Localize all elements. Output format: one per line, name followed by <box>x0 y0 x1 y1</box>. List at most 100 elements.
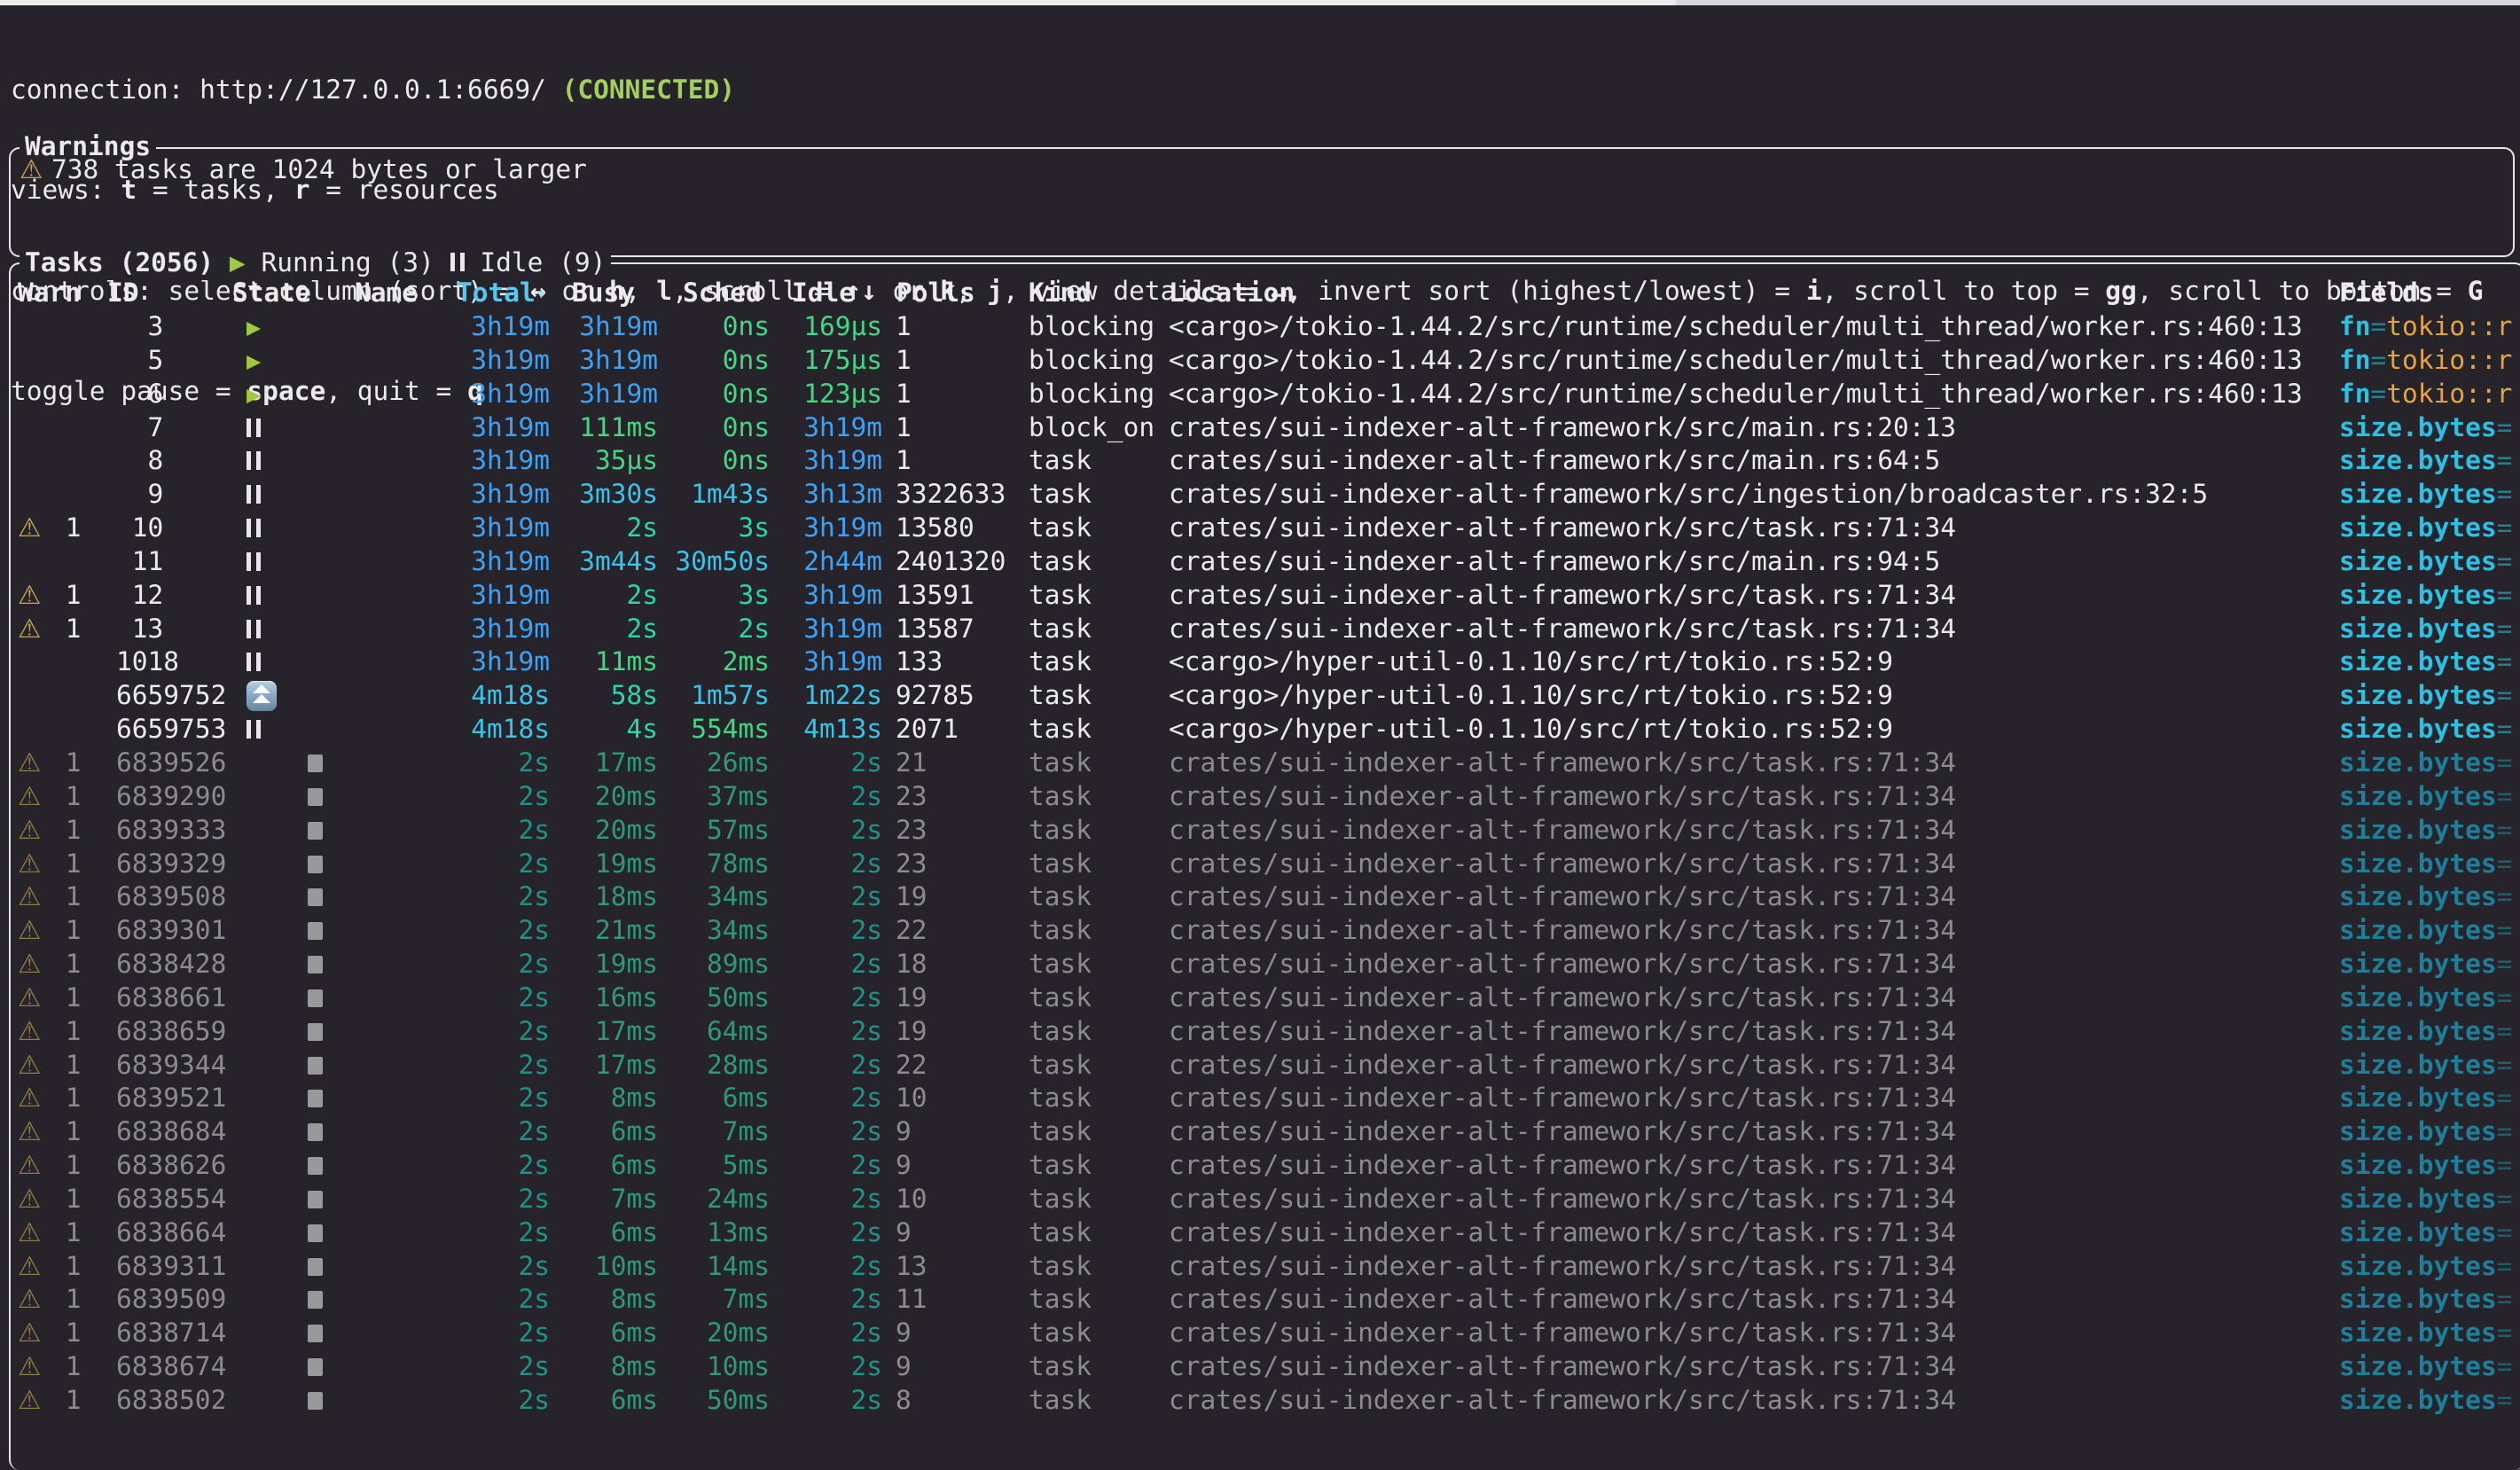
cell-total: 2s <box>419 1049 550 1083</box>
cell-id: 9 <box>116 478 249 512</box>
cell-busy: 35µs <box>534 444 658 478</box>
cell-busy: 17ms <box>534 1049 658 1083</box>
column-header-idle[interactable]: Idle <box>792 277 855 310</box>
task-row[interactable]: 73h19m111ms0ns3h19m1block_oncrates/sui-i… <box>11 411 2520 445</box>
task-row[interactable]: ⚠ 168393292s19ms78ms2s23taskcrates/sui-i… <box>11 848 2520 881</box>
cell-sched: 14ms <box>646 1250 770 1284</box>
column-header-polls[interactable]: Polls <box>896 277 975 310</box>
task-row[interactable]: 113h19m3m44s30m50s2h44m2401320taskcrates… <box>11 545 2520 579</box>
task-row[interactable]: ⚠ 1 133h19m2s2s3h19m13587taskcrates/sui-… <box>11 613 2520 646</box>
task-row[interactable]: ⚠ 168393112s10ms14ms2s13taskcrates/sui-i… <box>11 1250 2520 1284</box>
task-row[interactable]: 6▶3h19m3h19m0ns123µs1blocking<cargo>/tok… <box>11 378 2520 411</box>
cell-state <box>247 679 353 715</box>
cell-busy: 20ms <box>534 780 658 814</box>
task-row[interactable]: ⚠ 168395082s18ms34ms2s19taskcrates/sui-i… <box>11 880 2520 914</box>
warning-triangle-icon: ⚠ <box>18 914 50 948</box>
column-header-kind[interactable]: Kind <box>1029 277 1092 310</box>
cell-warn: ⚠ 1 <box>18 814 106 848</box>
cell-busy: 18ms <box>534 880 658 914</box>
column-header-id[interactable]: ID <box>107 277 139 310</box>
field-key: size.bytes <box>2339 949 2497 979</box>
task-row[interactable]: ⚠ 168386742s8ms10ms2s9taskcrates/sui-ind… <box>11 1350 2520 1384</box>
task-row[interactable]: ⚠ 168386642s6ms13ms2s9taskcrates/sui-ind… <box>11 1216 2520 1250</box>
cell-sched: 0ns <box>646 344 770 378</box>
cell-polls: 9 <box>896 1350 1024 1384</box>
cell-total: 2s <box>419 948 550 981</box>
warning-triangle-icon: ⚠ <box>18 1049 50 1083</box>
task-row[interactable]: 66597534m18s4s554ms4m13s2071task<cargo>/… <box>11 713 2520 747</box>
cell-kind: task <box>1029 848 1166 881</box>
task-row[interactable]: ⚠ 168393442s17ms28ms2s22taskcrates/sui-i… <box>11 1049 2520 1083</box>
task-row[interactable]: ⚠ 168393332s20ms57ms2s23taskcrates/sui-i… <box>11 814 2520 848</box>
column-header-location[interactable]: Location <box>1169 277 1295 310</box>
task-row[interactable]: ⚠ 168386612s16ms50ms2s19taskcrates/sui-i… <box>11 981 2520 1015</box>
cell-total: 2s <box>419 747 550 780</box>
cell-kind: task <box>1029 1350 1166 1384</box>
task-row[interactable]: 3▶3h19m3h19m0ns169µs1blocking<cargo>/tok… <box>11 310 2520 344</box>
task-row[interactable]: 93h19m3m30s1m43s3h13m3322633taskcrates/s… <box>11 478 2520 512</box>
field-equals: = <box>2371 379 2387 409</box>
connection-line: connection: http://127.0.0.1:6669/ (CONN… <box>11 74 2484 107</box>
field-equals: = <box>2497 512 2513 543</box>
cell-location: crates/sui-indexer-alt-framework/src/tas… <box>1169 1015 2335 1049</box>
cell-state <box>247 1350 353 1385</box>
column-header-sched[interactable]: Sched <box>683 277 762 310</box>
task-row[interactable]: ⚠ 168386842s6ms7ms2s9taskcrates/sui-inde… <box>11 1115 2520 1149</box>
task-row[interactable]: 10183h19m11ms2ms3h19m133task<cargo>/hype… <box>11 645 2520 679</box>
task-row[interactable]: ⚠ 168395212s8ms6ms2s10taskcrates/sui-ind… <box>11 1082 2520 1115</box>
warn-count: 1 <box>50 512 82 543</box>
cell-state <box>247 1384 353 1419</box>
task-row[interactable]: ⚠ 168392902s20ms37ms2s23taskcrates/sui-i… <box>11 780 2520 814</box>
cell-location: crates/sui-indexer-alt-framework/src/tas… <box>1169 981 2335 1015</box>
task-row[interactable]: ⚠ 168393012s21ms34ms2s22taskcrates/sui-i… <box>11 914 2520 948</box>
warning-triangle-icon: ⚠ <box>18 747 50 780</box>
cell-fields: size.bytes= <box>2339 645 2520 679</box>
warn-count: 1 <box>50 1251 82 1281</box>
cell-id: 6659752 <box>116 679 249 713</box>
state-running-icon: ▶ <box>247 381 261 409</box>
cell-warn: ⚠ 1 <box>18 1350 106 1384</box>
cell-total: 2s <box>419 814 550 848</box>
cell-kind: task <box>1029 713 1166 747</box>
column-header-state[interactable]: State <box>232 277 311 310</box>
task-row[interactable]: 83h19m35µs0ns3h19m1taskcrates/sui-indexe… <box>11 444 2520 478</box>
task-row[interactable]: ⚠ 168385542s7ms24ms2s10taskcrates/sui-in… <box>11 1183 2520 1216</box>
task-row[interactable]: ⚠ 1 123h19m2s3s3h19m13591taskcrates/sui-… <box>11 579 2520 613</box>
table-header: Warn ID State Name Total▾ Busy Sched Idl… <box>11 277 2520 310</box>
task-row[interactable]: ⚠ 168395262s17ms26ms2s21taskcrates/sui-i… <box>11 747 2520 780</box>
cell-id: 6839521 <box>116 1082 249 1115</box>
cell-kind: task <box>1029 1216 1166 1250</box>
cell-state <box>247 1250 353 1285</box>
cell-total: 2s <box>419 1283 550 1317</box>
task-row[interactable]: ⚠ 1 103h19m2s3s3h19m13580taskcrates/sui-… <box>11 512 2520 545</box>
task-row[interactable]: ⚠ 168384282s19ms89ms2s18taskcrates/sui-i… <box>11 948 2520 981</box>
task-row[interactable]: 5▶3h19m3h19m0ns175µs1blocking<cargo>/tok… <box>11 344 2520 378</box>
task-row[interactable]: ⚠ 168386592s17ms64ms2s19taskcrates/sui-i… <box>11 1015 2520 1049</box>
column-header-warn[interactable]: Warn <box>18 277 81 310</box>
field-equals: = <box>2497 949 2513 979</box>
column-header-total[interactable]: Total▾ <box>457 277 546 311</box>
cell-id: 6839509 <box>116 1283 249 1317</box>
cell-idle: 2s <box>758 1115 882 1149</box>
column-header-name[interactable]: Name <box>355 277 418 310</box>
cell-sched: 5ms <box>646 1149 770 1183</box>
state-running-icon: ▶ <box>247 314 261 341</box>
cell-busy: 7ms <box>534 1183 658 1216</box>
task-row[interactable]: 66597524m18s58s1m57s1m22s92785task<cargo… <box>11 679 2520 713</box>
task-row[interactable]: ⚠ 168387142s6ms20ms2s9taskcrates/sui-ind… <box>11 1317 2520 1350</box>
warning-item: ⚠738 tasks are 1024 bytes or larger <box>20 153 587 187</box>
cell-kind: task <box>1029 1149 1166 1183</box>
warning-triangle-icon: ⚠ <box>18 1115 50 1149</box>
column-header-busy[interactable]: Busy <box>572 277 635 310</box>
task-row[interactable]: ⚠ 168385022s6ms50ms2s8taskcrates/sui-ind… <box>11 1384 2520 1418</box>
task-row[interactable]: ⚠ 168395092s8ms7ms2s11taskcrates/sui-ind… <box>11 1283 2520 1317</box>
cell-busy: 58s <box>534 679 658 713</box>
cell-busy: 6ms <box>534 1149 658 1183</box>
column-header-fields[interactable]: Fields <box>2339 277 2434 310</box>
task-row[interactable]: ⚠ 168386262s6ms5ms2s9taskcrates/sui-inde… <box>11 1149 2520 1183</box>
state-idle-icon <box>247 519 261 537</box>
cell-polls: 9 <box>896 1149 1024 1183</box>
cell-sched: 7ms <box>646 1283 770 1317</box>
cell-sched: 2s <box>646 613 770 646</box>
cell-location: <cargo>/tokio-1.44.2/src/runtime/schedul… <box>1169 310 2335 344</box>
